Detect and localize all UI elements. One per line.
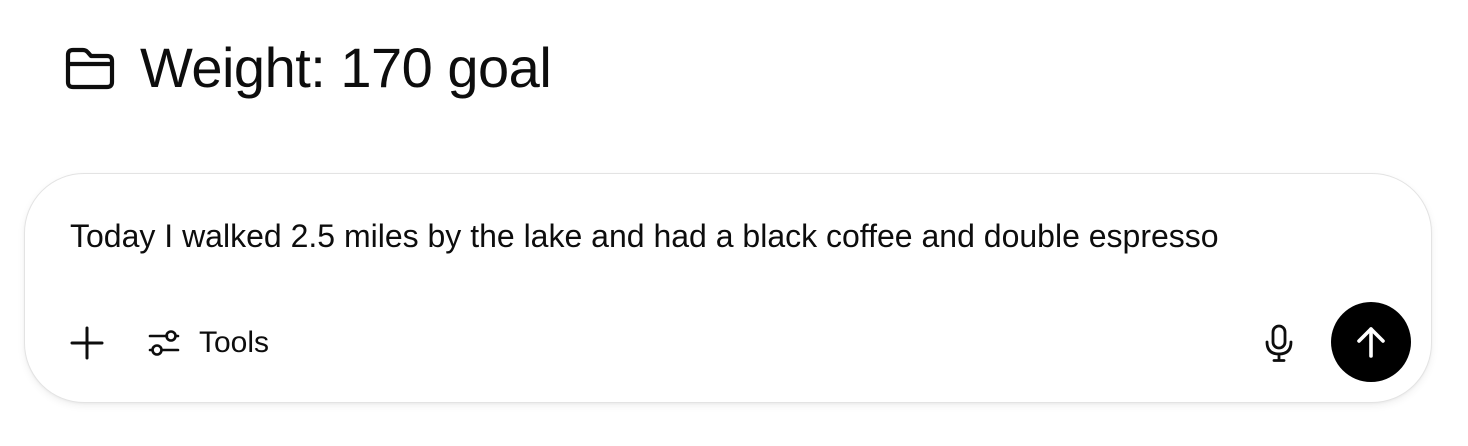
message-composer: Today I walked 2.5 miles by the lake and… (24, 173, 1432, 403)
voice-input-button[interactable] (1257, 321, 1301, 365)
plus-icon (69, 325, 105, 361)
microphone-icon (1262, 323, 1296, 363)
send-button[interactable] (1331, 302, 1411, 382)
page-title: Weight: 170 goal (140, 36, 552, 99)
sliders-icon (147, 326, 181, 360)
folder-icon (64, 45, 116, 91)
page-header: Weight: 170 goal (64, 36, 552, 100)
tools-label: Tools (199, 326, 270, 359)
tools-button[interactable]: Tools (147, 323, 269, 363)
arrow-up-icon (1353, 324, 1389, 360)
composer-toolbar-left: Tools (67, 319, 269, 367)
message-input[interactable]: Today I walked 2.5 miles by the lake and… (70, 214, 1219, 258)
add-attachment-button[interactable] (67, 323, 107, 363)
